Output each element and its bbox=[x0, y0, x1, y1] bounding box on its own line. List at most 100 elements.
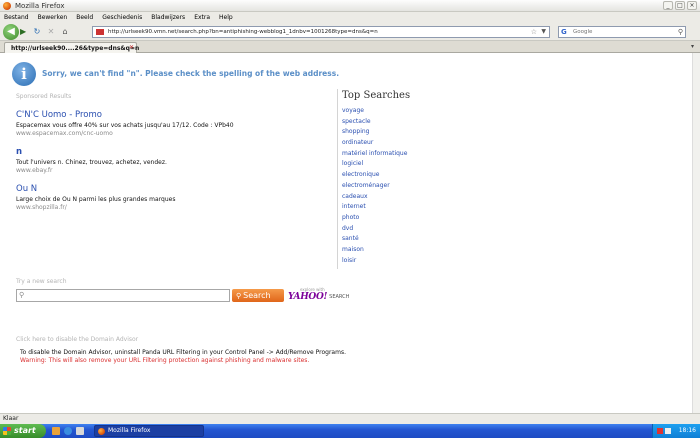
top-searches-panel: Top Searches voyage spectacle shopping o… bbox=[342, 90, 410, 266]
ad-title-link[interactable]: C'N'C Uomo - Promo bbox=[16, 110, 234, 120]
title-bar: Mozilla Firefox _ □ × bbox=[0, 0, 700, 12]
url-bar[interactable]: http://urlseek90.vmn.net/search.php?bn=a… bbox=[92, 26, 550, 38]
menu-geschiedenis[interactable]: Geschiedenis bbox=[102, 14, 142, 21]
tab-close-icon[interactable]: ✕ bbox=[129, 44, 134, 51]
stop-icon: ✕ bbox=[47, 27, 55, 36]
top-search-link[interactable]: electroménager bbox=[342, 181, 410, 192]
url-dropdown-icon[interactable]: ▼ bbox=[541, 28, 546, 35]
ad-title-link[interactable]: n bbox=[16, 147, 167, 157]
close-button[interactable]: × bbox=[687, 1, 697, 10]
start-label: start bbox=[14, 426, 36, 435]
top-search-link[interactable]: ordinateur bbox=[342, 138, 410, 149]
system-tray: 18:16 bbox=[652, 424, 700, 438]
top-search-link[interactable]: logiciel bbox=[342, 159, 410, 170]
advisor-warning: Warning: This will also remove your URL … bbox=[20, 357, 310, 364]
ad-description: Tout l'univers n. Chinez, trouvez, achet… bbox=[16, 159, 167, 166]
top-search-link[interactable]: internet bbox=[342, 202, 410, 213]
home-button[interactable]: ⌂ bbox=[60, 27, 70, 37]
ad-title-link[interactable]: Ou N bbox=[16, 184, 176, 194]
window-title: Mozilla Firefox bbox=[15, 1, 65, 10]
menu-bladwijzers[interactable]: Bladwijzers bbox=[151, 14, 185, 21]
menu-bestand[interactable]: Bestand bbox=[4, 14, 29, 21]
ad-url-link[interactable]: www.espacemax.com/cnc-uomo bbox=[16, 130, 234, 137]
top-search-link[interactable]: dvd bbox=[342, 224, 410, 235]
sponsored-label: Sponsored Results bbox=[16, 93, 72, 100]
status-text: Klaar bbox=[3, 415, 19, 422]
reload-button[interactable]: ↻ bbox=[32, 27, 42, 37]
ad-url-link[interactable]: www.shopzilla.fr/ bbox=[16, 204, 176, 211]
stop-button[interactable]: ✕ bbox=[46, 27, 56, 37]
top-search-link[interactable]: spectacle bbox=[342, 117, 410, 128]
google-engine-icon[interactable]: G bbox=[561, 28, 573, 36]
top-search-link[interactable]: santé bbox=[342, 234, 410, 245]
info-icon: i bbox=[12, 62, 36, 86]
home-icon: ⌂ bbox=[62, 27, 68, 36]
menu-extra[interactable]: Extra bbox=[194, 14, 210, 21]
forward-button[interactable]: ▶ bbox=[20, 27, 29, 37]
search-icon: ⚲ bbox=[236, 292, 242, 300]
vertical-scrollbar[interactable] bbox=[692, 53, 700, 413]
disable-advisor-link[interactable]: Click here to disable the Domain Advisor bbox=[16, 336, 138, 343]
top-searches-title: Top Searches bbox=[342, 90, 411, 101]
search-button-label: Search bbox=[243, 291, 271, 300]
clock: 18:16 bbox=[678, 427, 696, 434]
ad-result: Ou N Large choix de Ou N parmi les plus … bbox=[16, 184, 176, 211]
menu-bar: Bestand Bewerken Beeld Geschiedenis Blad… bbox=[0, 12, 700, 23]
try-search-label: Try a new search bbox=[16, 278, 67, 285]
top-search-link[interactable]: shopping bbox=[342, 127, 410, 138]
ad-description: Espacemax vous offre 40% sur vos achats … bbox=[16, 122, 234, 129]
top-search-link[interactable]: voyage bbox=[342, 106, 410, 117]
ad-description: Large choix de Ou N parmi les plus grand… bbox=[16, 196, 176, 203]
back-button[interactable]: ◀ bbox=[3, 24, 19, 40]
arrow-right-icon: ▶ bbox=[20, 27, 27, 36]
tab-active[interactable]: http://urlseek90....26&type=dns&q=n ✕ bbox=[4, 42, 140, 53]
top-search-link[interactable]: loisir bbox=[342, 256, 410, 267]
page-content: i Sorry, we can't find "n". Please check… bbox=[0, 53, 700, 413]
navigation-toolbar: ◀ ▶ ↻ ✕ ⌂ http://urlseek90.vmn.net/searc… bbox=[0, 23, 700, 41]
menu-bewerken[interactable]: Bewerken bbox=[38, 14, 68, 21]
firefox-icon bbox=[3, 1, 11, 10]
top-search-link[interactable]: maison bbox=[342, 245, 410, 256]
tab-list-icon[interactable]: ▾ bbox=[691, 43, 694, 50]
start-button[interactable]: start bbox=[0, 424, 46, 438]
page-search-button[interactable]: ⚲ Search bbox=[232, 289, 284, 302]
quicklaunch-ie-icon[interactable] bbox=[64, 427, 72, 435]
minimize-button[interactable]: _ bbox=[663, 1, 673, 10]
tab-label: http://urlseek90....26&type=dns&q=n bbox=[11, 44, 140, 52]
windows-logo-icon bbox=[3, 427, 11, 435]
menu-help[interactable]: Help bbox=[219, 14, 233, 21]
error-message: Sorry, we can't find "n". Please check t… bbox=[42, 69, 340, 78]
window-controls: _ □ × bbox=[663, 1, 697, 10]
top-search-link[interactable]: photo bbox=[342, 213, 410, 224]
tab-bar: http://urlseek90....26&type=dns&q=n ✕ ▾ bbox=[0, 41, 700, 53]
advisor-instructions: To disable the Domain Advisor, uninstall… bbox=[20, 349, 346, 356]
tray-network-icon[interactable] bbox=[665, 428, 671, 434]
yahoo-search-text: SEARCH bbox=[329, 294, 350, 300]
column-divider bbox=[337, 89, 338, 269]
url-text: http://urlseek90.vmn.net/search.php?bn=a… bbox=[108, 29, 378, 35]
ad-title-text: n bbox=[16, 147, 23, 157]
search-icon: ⚲ bbox=[19, 291, 25, 299]
star-bookmark-icon[interactable]: ☆ bbox=[531, 28, 537, 36]
taskbar-item-firefox[interactable]: Mozilla Firefox bbox=[94, 425, 204, 437]
top-search-link[interactable]: electronique bbox=[342, 170, 410, 181]
maximize-button[interactable]: □ bbox=[675, 1, 685, 10]
menu-beeld[interactable]: Beeld bbox=[76, 14, 93, 21]
top-search-link[interactable]: matériel informatique bbox=[342, 149, 410, 160]
ad-url-link[interactable]: www.ebay.fr bbox=[16, 167, 167, 174]
yahoo-search-logo: explore with YAHOO! SEARCH bbox=[288, 287, 349, 302]
quicklaunch-desktop-icon[interactable] bbox=[76, 427, 84, 435]
top-search-link[interactable]: cadeaux bbox=[342, 192, 410, 203]
search-input[interactable] bbox=[573, 29, 673, 35]
yahoo-logo: YAHOO! bbox=[288, 292, 328, 302]
search-bar[interactable]: G ⚲ bbox=[558, 26, 686, 38]
page-search-input[interactable]: ⚲ bbox=[16, 289, 230, 302]
arrow-left-icon: ◀ bbox=[7, 26, 15, 37]
status-bar: Klaar bbox=[0, 413, 700, 424]
quicklaunch-folder-icon[interactable] bbox=[52, 427, 60, 435]
search-magnifier-icon[interactable]: ⚲ bbox=[678, 28, 683, 36]
tray-security-icon[interactable] bbox=[657, 428, 663, 434]
ad-result: n Tout l'univers n. Chinez, trouvez, ach… bbox=[16, 147, 167, 174]
site-favicon-icon bbox=[96, 29, 104, 35]
ad-result: C'N'C Uomo - Promo Espacemax vous offre … bbox=[16, 110, 234, 137]
